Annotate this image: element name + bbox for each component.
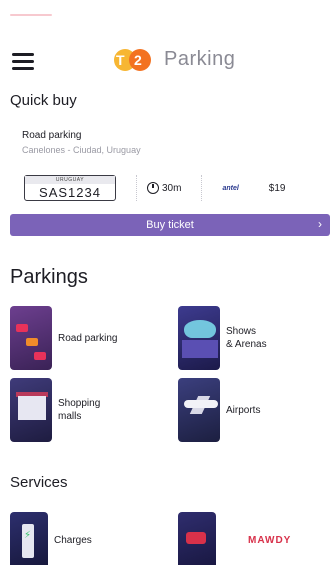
parking-tile-label: Shopping malls: [58, 397, 100, 423]
shopping-mall-icon: [10, 378, 52, 442]
duration-value: 30m: [162, 182, 182, 194]
parking-tile-label: Road parking: [58, 332, 118, 344]
license-plate[interactable]: URUGUAY SAS1234: [24, 175, 116, 201]
logo-letter: T: [116, 51, 125, 68]
logo-badge-icon: T 2: [114, 48, 152, 71]
parking-tile-label: Shows & Arenas: [226, 325, 267, 351]
quick-buy-details: URUGUAY SAS1234 30m antel $19: [10, 174, 330, 202]
app-header: T 2 Parking: [0, 44, 330, 76]
menu-icon[interactable]: [12, 53, 34, 70]
divider: [136, 175, 137, 201]
mawdy-logo: MAWDY: [248, 534, 292, 546]
chevron-right-icon: ›: [318, 217, 322, 231]
parking-tile-label: Airports: [226, 404, 261, 416]
quick-buy-card: Road parking Canelones - Ciudad, Uruguay: [10, 126, 330, 155]
timer-icon: [147, 182, 159, 194]
parkings-title: Parkings: [10, 266, 88, 288]
operator-logo: antel: [222, 184, 239, 192]
quick-buy-title: Quick buy: [10, 92, 77, 109]
airport-icon: [178, 378, 220, 442]
divider: [201, 175, 203, 201]
quick-buy-sublocation: Canelones - Ciudad, Uruguay: [22, 145, 141, 155]
charging-station-icon: ⚡: [10, 511, 48, 565]
status-bar-indicator: [10, 14, 52, 16]
plate-country: URUGUAY: [25, 176, 115, 184]
tow-service-icon: [178, 511, 216, 565]
logo-number: 2: [134, 51, 142, 68]
parking-tile-malls[interactable]: Shopping malls: [10, 378, 100, 442]
plate-number: SAS1234: [39, 185, 101, 200]
road-parking-icon: [10, 306, 52, 370]
label-line: Shopping: [58, 398, 101, 409]
parking-tile-airports[interactable]: Airports: [178, 378, 260, 442]
quick-buy-location: Road parking: [22, 130, 82, 141]
label-line: Shows: [226, 326, 257, 337]
buy-ticket-button[interactable]: Buy ticket ›: [10, 214, 330, 236]
label-line: & Arenas: [226, 339, 267, 350]
service-tile-charges[interactable]: ⚡ Charges: [10, 508, 92, 565]
logo-text: Parking: [164, 48, 236, 70]
price: $19: [268, 182, 286, 194]
service-tile-label: Charges: [54, 534, 92, 546]
parking-tile-road[interactable]: Road parking: [10, 306, 117, 370]
parking-tile-shows[interactable]: Shows & Arenas: [178, 306, 267, 370]
app-logo: T 2 Parking: [114, 48, 235, 71]
services-title: Services: [10, 474, 68, 491]
label-line: malls: [58, 411, 82, 422]
service-tile-mawdy[interactable]: MAWDY: [178, 508, 291, 565]
duration[interactable]: 30m: [147, 182, 181, 194]
arena-icon: [178, 306, 220, 370]
buy-ticket-label: Buy ticket: [146, 219, 194, 231]
